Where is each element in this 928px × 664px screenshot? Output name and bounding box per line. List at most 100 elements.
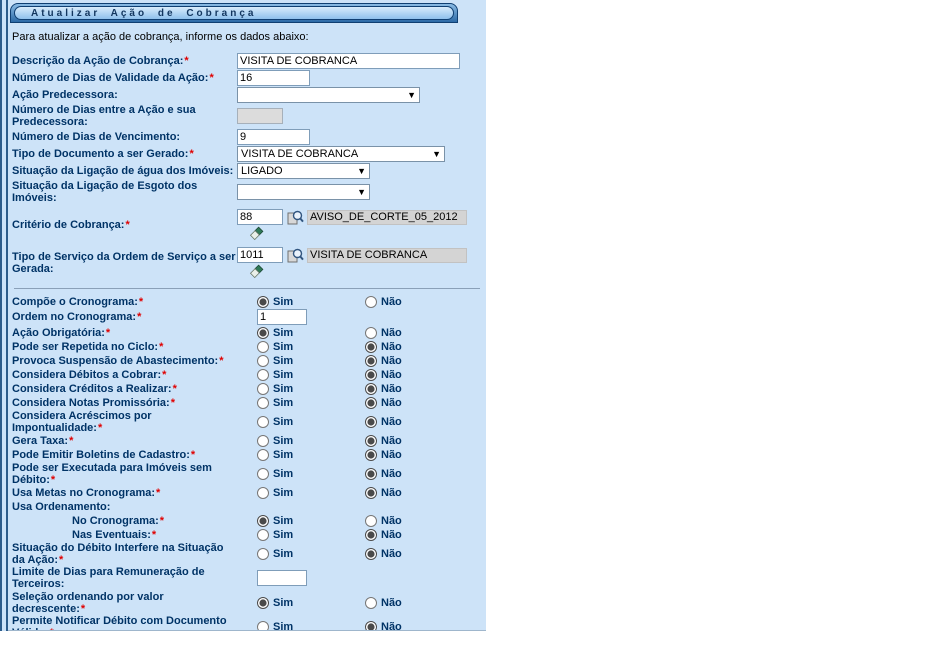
tipo-servico-code-input[interactable] xyxy=(237,247,283,263)
creditos-nao-radio[interactable] xyxy=(365,383,377,395)
selecao-decrescente-sim-radio[interactable] xyxy=(257,597,269,609)
required-asterisk: * xyxy=(189,148,193,160)
suspensao-nao-radio[interactable] xyxy=(365,355,377,367)
dias-vencimento-input[interactable] xyxy=(237,129,310,145)
acrescimos-nao-radio[interactable] xyxy=(365,416,377,428)
sem-debito-sim-radio[interactable] xyxy=(257,468,269,480)
required-asterisk: * xyxy=(160,515,164,527)
acrescimos-sim-radio[interactable] xyxy=(257,416,269,428)
field-label: Considera Débitos a Cobrar: xyxy=(12,369,161,381)
no-cronograma-sim-radio[interactable] xyxy=(257,515,269,527)
field-label: Situação do Débito Interfere na Situação… xyxy=(12,542,224,566)
radio-row-sem-debito: Pode ser Executada para Imóveis sem Débi… xyxy=(12,462,482,486)
required-asterisk: * xyxy=(81,603,85,615)
notas-sim-radio[interactable] xyxy=(257,397,269,409)
usa-metas-sim-radio[interactable] xyxy=(257,487,269,499)
required-asterisk: * xyxy=(152,529,156,541)
radio-row-situacao-debito: Situação do Débito Interfere na Situação… xyxy=(12,542,482,566)
debitos-nao-radio[interactable] xyxy=(365,369,377,381)
field-label: Número de Dias entre a Ação e sua Predec… xyxy=(12,104,196,128)
required-asterisk: * xyxy=(219,355,223,367)
field-row-ordem: Ordem no Cronograma:* xyxy=(12,309,482,325)
field-row-tipo-servico: Tipo de Serviço da Ordem de Serviço a se… xyxy=(12,247,482,279)
radio-row-debitos: Considera Débitos a Cobrar:* Sim Não xyxy=(12,368,482,382)
required-asterisk: * xyxy=(171,397,175,409)
field-label: Tipo de Documento a ser Gerado: xyxy=(12,148,188,160)
radio-row-compoe: Compõe o Cronograma:* Sim Não xyxy=(12,295,482,309)
label-row-usa-ordenamento: Usa Ordenamento: xyxy=(12,500,482,514)
boletins-nao-radio[interactable] xyxy=(365,449,377,461)
required-asterisk: * xyxy=(184,55,188,67)
situacao-debito-nao-radio[interactable] xyxy=(365,548,377,560)
required-asterisk: * xyxy=(162,369,166,381)
notificar-debito-sim-radio[interactable] xyxy=(257,621,269,631)
notificar-debito-nao-radio[interactable] xyxy=(365,621,377,631)
field-label: Pode Emitir Boletins de Cadastro: xyxy=(12,449,190,461)
search-lookup-icon[interactable] xyxy=(287,248,304,263)
dias-validade-input[interactable] xyxy=(237,70,310,86)
field-label: Compõe o Cronograma: xyxy=(12,296,138,308)
selected-value: VISITA DE COBRANCA xyxy=(241,148,358,160)
required-asterisk: * xyxy=(69,435,73,447)
instruction-text: Para atualizar a ação de cobrança, infor… xyxy=(8,23,486,53)
sem-debito-nao-radio[interactable] xyxy=(365,468,377,480)
field-label: No Cronograma: xyxy=(72,515,159,527)
dias-entre-acao-input xyxy=(237,108,283,124)
required-asterisk: * xyxy=(50,627,54,631)
boletins-sim-radio[interactable] xyxy=(257,449,269,461)
field-row-dias-entre-acao: Número de Dias entre a Ação e sua Predec… xyxy=(12,104,482,128)
radio-row-usa-metas: Usa Metas no Cronograma:* Sim Não xyxy=(12,486,482,500)
suspensao-sim-radio[interactable] xyxy=(257,355,269,367)
field-row-situacao-agua: Situação da Ligação de água dos Imóveis:… xyxy=(12,163,482,179)
chevron-down-icon: ▼ xyxy=(357,187,366,197)
left-frame-strip xyxy=(0,0,8,631)
radio-row-notificar-debito: Permite Notificar Débito com Documento V… xyxy=(12,615,482,631)
page-title: Atualizar Ação de Cobrança xyxy=(14,6,454,20)
nas-eventuais-nao-radio[interactable] xyxy=(365,529,377,541)
required-asterisk: * xyxy=(51,474,55,486)
tipo-documento-select[interactable]: VISITA DE COBRANCA ▼ xyxy=(237,146,445,162)
field-label: Situação da Ligação de Esgoto dos Imóvei… xyxy=(12,180,197,204)
situacao-debito-sim-radio[interactable] xyxy=(257,548,269,560)
gera-taxa-nao-radio[interactable] xyxy=(365,435,377,447)
debitos-sim-radio[interactable] xyxy=(257,369,269,381)
radio-row-suspensao: Provoca Suspensão de Abastecimento:* Sim… xyxy=(12,354,482,368)
field-label: Descrição da Ação de Cobrança: xyxy=(12,55,183,67)
creditos-sim-radio[interactable] xyxy=(257,383,269,395)
field-label: Critério de Cobrança: xyxy=(12,219,124,231)
tipo-servico-description: VISITA DE COBRANCA xyxy=(307,248,467,263)
ordem-input[interactable] xyxy=(257,309,307,325)
field-label: Pode ser Executada para Imóveis sem Débi… xyxy=(12,462,212,486)
field-label: Permite Notificar Débito com Documento V… xyxy=(12,615,227,631)
eraser-icon[interactable] xyxy=(249,226,264,241)
nas-eventuais-sim-radio[interactable] xyxy=(257,529,269,541)
search-lookup-icon[interactable] xyxy=(287,210,304,225)
obrigatoria-nao-radio[interactable] xyxy=(365,327,377,339)
notas-nao-radio[interactable] xyxy=(365,397,377,409)
obrigatoria-sim-radio[interactable] xyxy=(257,327,269,339)
compoe-nao-radio[interactable] xyxy=(365,296,377,308)
section-divider xyxy=(14,288,480,289)
gera-taxa-sim-radio[interactable] xyxy=(257,435,269,447)
limite-dias-input[interactable] xyxy=(257,570,307,586)
repetida-sim-radio[interactable] xyxy=(257,341,269,353)
eraser-icon[interactable] xyxy=(249,264,264,279)
compoe-sim-radio[interactable] xyxy=(257,296,269,308)
radio-row-boletins: Pode Emitir Boletins de Cadastro:* Sim N… xyxy=(12,448,482,462)
chevron-down-icon: ▼ xyxy=(407,90,416,100)
usa-metas-nao-radio[interactable] xyxy=(365,487,377,499)
situacao-agua-select[interactable]: LIGADO ▼ xyxy=(237,163,370,179)
situacao-esgoto-select[interactable]: ▼ xyxy=(237,184,370,200)
selecao-decrescente-nao-radio[interactable] xyxy=(365,597,377,609)
acao-predecessora-select[interactable]: ▼ xyxy=(237,87,420,103)
repetida-nao-radio[interactable] xyxy=(365,341,377,353)
field-label: Usa Metas no Cronograma: xyxy=(12,487,155,499)
criterio-code-input[interactable] xyxy=(237,209,283,225)
field-label: Número de Dias de Vencimento: xyxy=(12,131,180,143)
radio-row-creditos: Considera Créditos a Realizar:* Sim Não xyxy=(12,382,482,396)
required-asterisk: * xyxy=(139,296,143,308)
no-cronograma-nao-radio[interactable] xyxy=(365,515,377,527)
field-label: Seleção ordenando por valor decrescente: xyxy=(12,591,164,615)
descricao-input[interactable] xyxy=(237,53,460,69)
field-label: Ordem no Cronograma: xyxy=(12,311,136,323)
